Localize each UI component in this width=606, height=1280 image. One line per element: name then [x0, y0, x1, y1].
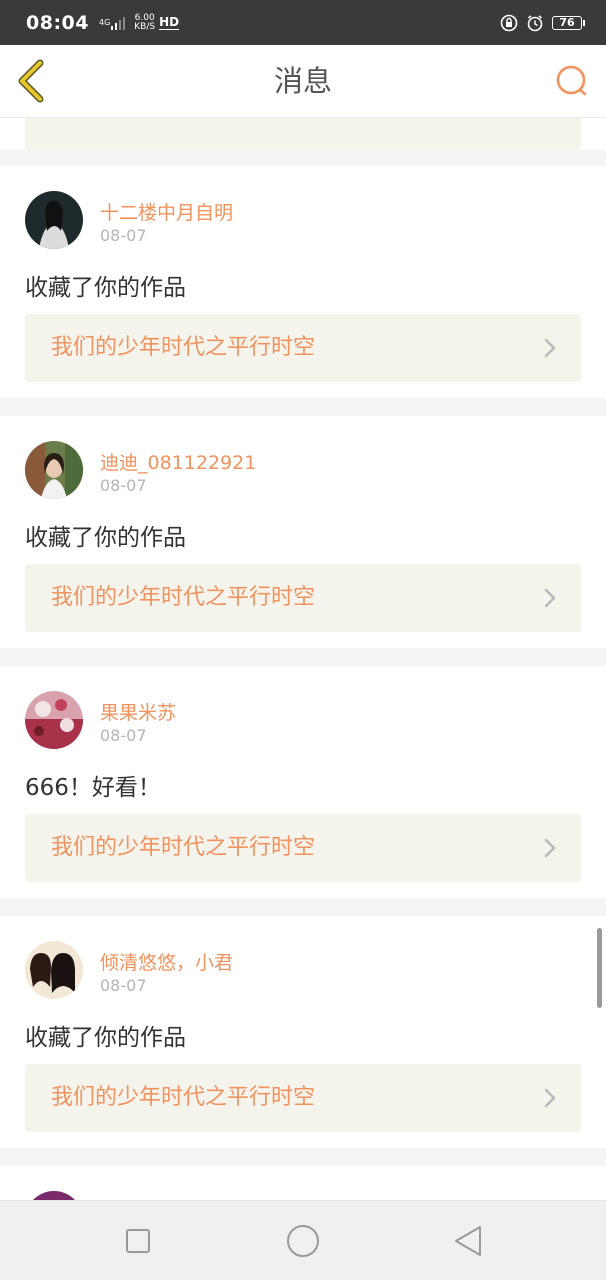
header: 消息 — [0, 45, 606, 118]
home-button[interactable] — [283, 1221, 323, 1261]
list-item: 倾清悠悠，小君 08-07 收藏了你的作品 我们的少年时代之平行时空 — [0, 916, 606, 1148]
message-text: 666！好看！ — [25, 775, 161, 801]
chevron-right-icon — [544, 838, 556, 858]
username[interactable]: 倾清悠悠，小君 — [100, 948, 233, 975]
list-item: 迪迪_081122921 08-07 收藏了你的作品 我们的少年时代之平行时空 — [0, 416, 606, 648]
username[interactable]: 迪迪_081122921 — [100, 448, 256, 475]
status-bar: 08:04 4G 6.00 KB/S HD 76 — [0, 0, 606, 45]
work-link[interactable]: 我们的少年时代之平行时空 — [25, 1064, 581, 1132]
signal-icon: 4G — [95, 16, 126, 30]
triangle-back-icon — [455, 1226, 481, 1256]
search-icon — [556, 65, 587, 96]
square-recent-icon — [126, 1229, 150, 1253]
network-speed-unit: KB/S — [134, 21, 156, 32]
list-item: 果果米苏 08-07 666！好看！ 我们的少年时代之平行时空 — [0, 666, 606, 898]
back-nav-button[interactable] — [448, 1221, 488, 1261]
avatar[interactable] — [25, 191, 83, 249]
avatar[interactable] — [25, 941, 83, 999]
avatar[interactable] — [25, 441, 83, 499]
work-link-partial[interactable] — [25, 118, 581, 150]
message-text: 收藏了你的作品 — [25, 275, 186, 301]
page-title: 消息 — [273, 64, 332, 98]
recent-apps-button[interactable] — [118, 1221, 158, 1261]
message-date: 08-07 — [100, 226, 147, 245]
network-speed: 6.00 KB/S — [134, 13, 156, 32]
avatar[interactable] — [25, 1191, 83, 1200]
list-item: 十二楼中月自明 08-07 收藏了你的作品 我们的少年时代之平行时空 — [0, 166, 606, 398]
work-title: 我们的少年时代之平行时空 — [51, 835, 316, 860]
search-button[interactable] — [554, 63, 590, 99]
chevron-right-icon — [544, 338, 556, 358]
hd-indicator: HD — [159, 15, 180, 30]
list-item-partial — [0, 118, 606, 150]
system-nav-bar — [0, 1200, 606, 1280]
alarm-icon — [527, 14, 543, 31]
message-text: 收藏了你的作品 — [25, 525, 186, 551]
message-date: 08-07 — [100, 976, 147, 995]
status-time: 08:04 — [26, 11, 89, 34]
battery-icon: 76 — [552, 15, 585, 30]
chevron-right-icon — [544, 588, 556, 608]
work-title: 我们的少年时代之平行时空 — [51, 585, 316, 610]
rotation-lock-icon — [500, 14, 518, 31]
network-type: 4G — [98, 17, 111, 27]
message-date: 08-07 — [100, 476, 147, 495]
circle-home-icon — [287, 1225, 319, 1257]
message-text: 收藏了你的作品 — [25, 1025, 186, 1051]
status-right: 76 — [500, 14, 585, 32]
username[interactable]: 果果米苏 — [100, 698, 176, 725]
list-item-partial — [0, 1166, 606, 1200]
username[interactable]: 十二楼中月自明 — [100, 198, 233, 225]
work-link[interactable]: 我们的少年时代之平行时空 — [25, 814, 581, 882]
work-link[interactable]: 我们的少年时代之平行时空 — [25, 564, 581, 632]
work-title: 我们的少年时代之平行时空 — [51, 1085, 316, 1110]
message-date: 08-07 — [100, 726, 147, 745]
work-title: 我们的少年时代之平行时空 — [51, 335, 316, 360]
work-link[interactable]: 我们的少年时代之平行时空 — [25, 314, 581, 382]
chevron-right-icon — [544, 1088, 556, 1108]
scrollbar[interactable] — [597, 928, 602, 1008]
message-list[interactable]: 十二楼中月自明 08-07 收藏了你的作品 我们的少年时代之平行时空 迪迪_08… — [0, 118, 606, 1200]
avatar[interactable] — [25, 691, 83, 749]
